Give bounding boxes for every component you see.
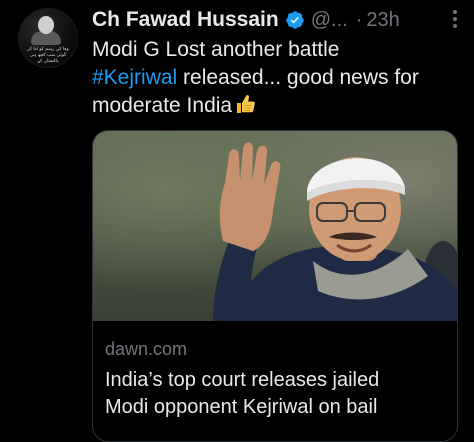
- avatar-face: [38, 16, 54, 34]
- link-card[interactable]: dawn.com India’s top court releases jail…: [92, 130, 458, 442]
- author-name[interactable]: Ch Fawad Hussain: [92, 8, 279, 32]
- avatar[interactable]: وفا کی رسم کو ادا کر گوئی سب کچھ ہی پاکس…: [18, 8, 78, 68]
- timestamp[interactable]: 23h: [366, 9, 399, 32]
- card-image[interactable]: [93, 131, 457, 321]
- more-options-icon[interactable]: [450, 8, 460, 30]
- thumbs-up-icon: [237, 95, 255, 113]
- hashtag-link[interactable]: #Kejriwal: [92, 66, 177, 89]
- tweet-header: Ch Fawad Hussain @... · 23h: [92, 6, 464, 34]
- tweet-line-2: #Kejriwal released... good news for: [92, 66, 419, 89]
- tweet-text: Modi G Lost another battle #Kejriwal rel…: [92, 36, 464, 120]
- card-domain: dawn.com: [105, 339, 188, 359]
- avatar-caption: وفا کی رسم کو ادا کر گوئی سب کچھ ہی پاکس…: [27, 47, 69, 64]
- separator: ·: [355, 8, 363, 31]
- tweet[interactable]: وفا کی رسم کو ادا کر گوئی سب کچھ ہی پاکس…: [0, 0, 474, 442]
- card-title[interactable]: India’s top court releases jailed Modi o…: [105, 367, 450, 421]
- card-photo: [213, 142, 457, 321]
- tweet-line-1: Modi G Lost another battle: [92, 38, 340, 61]
- verified-badge-icon[interactable]: [285, 10, 305, 30]
- author-handle[interactable]: @...: [311, 9, 348, 32]
- tweet-line-3: moderate India: [92, 92, 464, 120]
